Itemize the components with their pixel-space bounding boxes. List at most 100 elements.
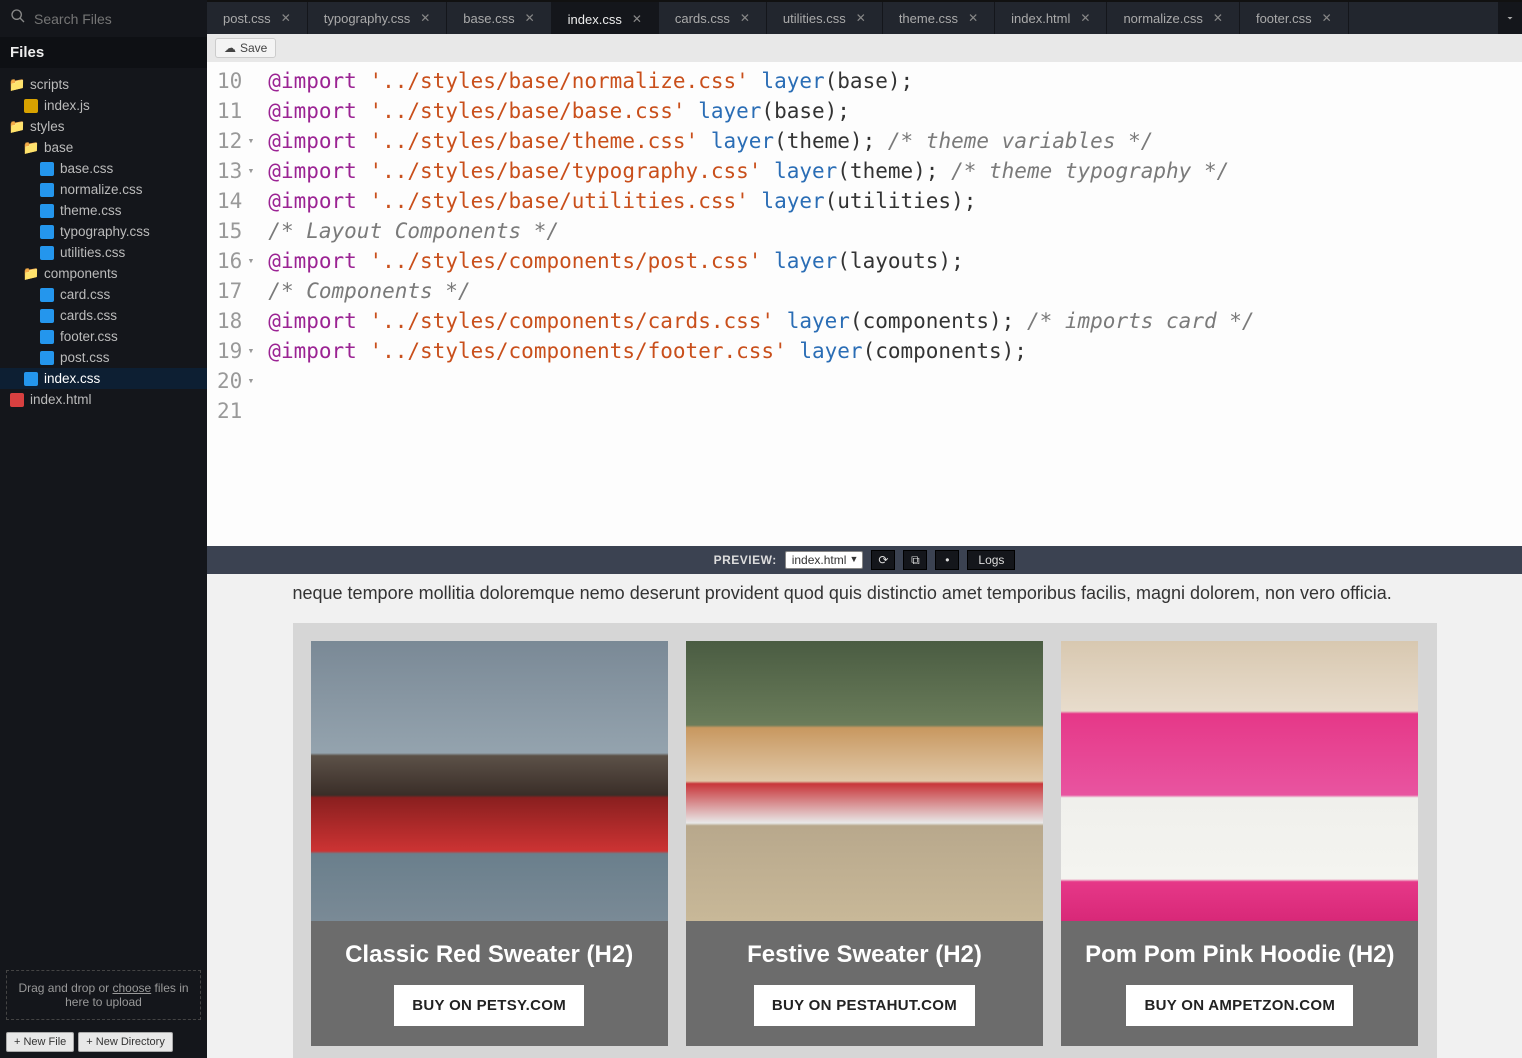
file-typography-css[interactable]: typography.css: [0, 221, 207, 242]
logs-button[interactable]: Logs: [967, 550, 1015, 570]
buy-button[interactable]: BUY ON PETSY.COM: [394, 985, 584, 1026]
close-icon[interactable]: ✕: [281, 11, 291, 25]
folder-base[interactable]: 📁 base: [0, 137, 207, 158]
line-number: 15: [217, 216, 254, 246]
drop-zone[interactable]: Drag and drop or choose files in here to…: [6, 970, 201, 1020]
file-tree: 📁 scripts index.js 📁 styles 📁 base base.…: [0, 68, 207, 964]
close-icon[interactable]: ✕: [1322, 11, 1332, 25]
save-button[interactable]: ☁ Save: [215, 38, 276, 58]
tab-label: post.css: [223, 11, 271, 26]
close-icon[interactable]: ✕: [740, 11, 750, 25]
file-label: index.html: [30, 392, 92, 407]
buy-button[interactable]: BUY ON AMPETZON.COM: [1126, 985, 1353, 1026]
file-theme-css[interactable]: theme.css: [0, 200, 207, 221]
fold-toggle-icon[interactable]: ▾: [244, 156, 254, 186]
code-editor[interactable]: 10 11 12▾13▾14 15 16▾17 18 19▾20▾21 @imp…: [207, 62, 1522, 546]
line-number: 16▾: [217, 246, 254, 276]
file-footer-css[interactable]: footer.css: [0, 326, 207, 347]
folder-styles[interactable]: 📁 styles: [0, 116, 207, 137]
file-label: typography.css: [60, 224, 150, 239]
tab-bar: post.css✕typography.css✕base.css✕index.c…: [207, 0, 1522, 34]
file-card-css[interactable]: card.css: [0, 284, 207, 305]
preview-file-value: index.html: [792, 553, 847, 567]
close-icon[interactable]: ✕: [525, 11, 535, 25]
css-file-icon: [40, 330, 54, 344]
tab-base-css[interactable]: base.css✕: [447, 2, 551, 34]
line-number: 13▾: [217, 156, 254, 186]
tab-overflow-menu[interactable]: [1498, 2, 1522, 34]
fold-toggle-icon[interactable]: ▾: [244, 126, 254, 156]
file-index-css[interactable]: index.css: [0, 368, 207, 389]
folder-icon: 📁: [10, 120, 24, 134]
fold-toggle-icon[interactable]: ▾: [244, 366, 254, 396]
file-post-css[interactable]: post.css: [0, 347, 207, 368]
fold-toggle-icon[interactable]: ▾: [244, 246, 254, 276]
tab-footer-css[interactable]: footer.css✕: [1240, 2, 1349, 34]
css-file-icon: [40, 246, 54, 260]
tab-utilities-css[interactable]: utilities.css✕: [767, 2, 883, 34]
tab-typography-css[interactable]: typography.css✕: [308, 2, 448, 34]
file-normalize-css[interactable]: normalize.css: [0, 179, 207, 200]
file-label: base.css: [60, 161, 113, 176]
preview-bar: PREVIEW: index.html ▼ ⟳ ⧉ • Logs: [207, 546, 1522, 574]
save-label: Save: [240, 41, 267, 55]
buy-button[interactable]: BUY ON PESTAHUT.COM: [754, 985, 975, 1026]
new-directory-button[interactable]: + New Directory: [78, 1032, 173, 1052]
file-utilities-css[interactable]: utilities.css: [0, 242, 207, 263]
line-number: 21: [217, 396, 254, 426]
folder-label: styles: [30, 119, 65, 134]
refresh-preview-button[interactable]: ⟳: [871, 550, 895, 570]
file-index-js[interactable]: index.js: [0, 95, 207, 116]
card-title: Festive Sweater (H2): [747, 941, 982, 969]
file-label: card.css: [60, 287, 110, 302]
close-icon[interactable]: ✕: [1080, 11, 1090, 25]
open-external-button[interactable]: ⧉: [903, 550, 927, 570]
html-file-icon: [10, 393, 24, 407]
tab-post-css[interactable]: post.css ✕: [207, 2, 308, 34]
chevron-down-icon: ▼: [849, 554, 858, 564]
file-index-html[interactable]: index.html: [0, 389, 207, 410]
drop-zone-choose[interactable]: choose: [113, 981, 152, 995]
refresh-icon: ⟳: [878, 553, 888, 567]
preview-pane[interactable]: neque tempore mollitia doloremque nemo d…: [207, 574, 1522, 1058]
code-content[interactable]: @import '../styles/base/normalize.css' l…: [258, 62, 1264, 546]
css-file-icon: [40, 288, 54, 302]
folder-icon: 📁: [10, 78, 24, 92]
fold-toggle-icon[interactable]: ▾: [244, 336, 254, 366]
line-number: 20▾: [217, 366, 254, 396]
line-number: 10: [217, 66, 254, 96]
close-icon[interactable]: ✕: [968, 11, 978, 25]
tab-label: normalize.css: [1123, 11, 1202, 26]
css-file-icon: [40, 351, 54, 365]
folder-label: base: [44, 140, 73, 155]
close-icon[interactable]: ✕: [856, 11, 866, 25]
new-file-button[interactable]: + New File: [6, 1032, 74, 1052]
external-link-icon: ⧉: [911, 553, 920, 568]
close-icon[interactable]: ✕: [420, 11, 430, 25]
search-input[interactable]: [34, 11, 197, 27]
line-number: 18: [217, 306, 254, 336]
folder-scripts[interactable]: 📁 scripts: [0, 74, 207, 95]
file-base-css[interactable]: base.css: [0, 158, 207, 179]
preview-file-select[interactable]: index.html ▼: [785, 551, 864, 569]
file-cards-css[interactable]: cards.css: [0, 305, 207, 326]
tab-normalize-css[interactable]: normalize.css ✕: [1107, 2, 1240, 34]
preview-text-top: neque tempore mollitia doloremque nemo d…: [293, 580, 1437, 607]
js-file-icon: [24, 99, 38, 113]
tab-cards-css[interactable]: cards.css✕: [659, 2, 767, 34]
close-icon[interactable]: ✕: [632, 12, 642, 26]
folder-components[interactable]: 📁 components: [0, 263, 207, 284]
preview-dot-button[interactable]: •: [935, 550, 959, 570]
close-icon[interactable]: ✕: [1213, 11, 1223, 25]
card: Festive Sweater (H2) BUY ON PESTAHUT.COM: [686, 641, 1043, 1046]
tab-index-html[interactable]: index.html✕: [995, 2, 1107, 34]
fold-spacer: [244, 66, 254, 96]
css-file-icon: [40, 309, 54, 323]
tab-theme-css[interactable]: theme.css ✕: [883, 2, 995, 34]
preview-label: PREVIEW:: [714, 553, 777, 567]
sidebar: Files 📁 scripts index.js 📁 styles 📁 base…: [0, 0, 207, 1058]
file-label: normalize.css: [60, 182, 143, 197]
card-image: [686, 641, 1043, 921]
tab-index-css[interactable]: index.css✕: [552, 0, 659, 34]
tab-label: theme.css: [899, 11, 958, 26]
